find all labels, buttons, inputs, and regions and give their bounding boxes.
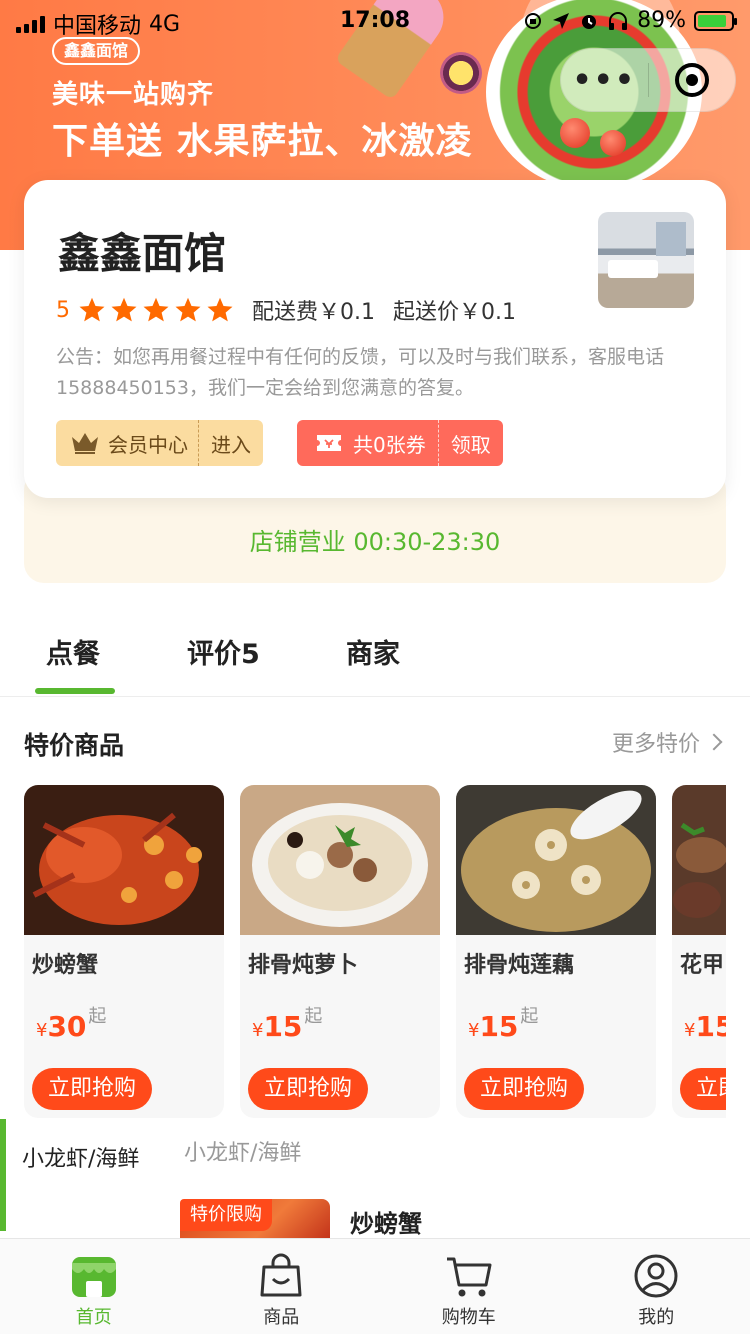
battery-percent: 89% bbox=[637, 8, 686, 33]
more-specials-link[interactable]: 更多特价 bbox=[611, 726, 723, 758]
nav-cart[interactable]: 购物车 bbox=[375, 1239, 563, 1334]
star-icon bbox=[207, 297, 233, 322]
special-limit-badge: 特价限购 bbox=[180, 1199, 272, 1231]
product-name: 花甲 bbox=[680, 953, 725, 978]
crab-dish-image bbox=[24, 785, 224, 935]
nav-products-label: 商品 bbox=[263, 1307, 300, 1328]
rating-row: 5 配送费￥0.1 起送价￥0.1 bbox=[56, 294, 516, 326]
star-icon bbox=[111, 297, 137, 322]
category-title: 小龙虾/海鲜 bbox=[184, 1141, 302, 1166]
star-icon bbox=[79, 297, 105, 322]
product-name[interactable]: 炒螃蟹 bbox=[350, 1204, 422, 1239]
member-center-button[interactable]: 会员中心 进入 bbox=[56, 420, 263, 466]
status-bar: 中国移动 4G 17:08 89% bbox=[0, 0, 750, 40]
member-enter-button[interactable]: 进入 bbox=[198, 420, 263, 466]
buy-now-button[interactable]: 立即抢购 bbox=[680, 1068, 726, 1110]
coupon-count-label: 共0张券 bbox=[353, 432, 426, 457]
business-hours: 店铺营业 00:30-23:30 bbox=[249, 528, 501, 556]
more-menu-icon[interactable]: ••• bbox=[561, 63, 648, 98]
shop-name: 鑫鑫面馆 bbox=[58, 229, 227, 278]
special-product-card[interactable]: 排骨炖萝卜 ¥15 起 立即抢购 bbox=[240, 785, 440, 1118]
tab-reviews[interactable]: 评价5 bbox=[187, 632, 260, 671]
user-icon bbox=[634, 1254, 678, 1298]
category-sidebar-label: 小龙虾/海鲜 bbox=[22, 1147, 140, 1172]
clam-dish-image bbox=[672, 785, 726, 935]
shop-icon bbox=[71, 1257, 116, 1297]
buy-now-button[interactable]: 立即抢购 bbox=[32, 1068, 153, 1110]
target-icon bbox=[674, 63, 709, 97]
special-product-card[interactable]: 炒螃蟹 ¥30 起 立即抢购 bbox=[24, 785, 224, 1118]
tomato-image bbox=[600, 130, 626, 156]
star-icon bbox=[175, 297, 201, 322]
nav-profile[interactable]: 我的 bbox=[563, 1239, 750, 1334]
buy-now-button[interactable]: 立即抢购 bbox=[248, 1068, 369, 1110]
star-icon bbox=[143, 297, 169, 322]
product-price: ¥30 起 bbox=[36, 1006, 107, 1043]
close-miniprogram-button[interactable] bbox=[649, 63, 736, 97]
product-price: ¥15起 bbox=[468, 1006, 539, 1043]
rib-lotus-soup-image bbox=[456, 785, 656, 935]
more-specials-label: 更多特价 bbox=[611, 732, 700, 757]
nav-products[interactable]: 商品 bbox=[188, 1239, 376, 1334]
shop-notice: 公告：如您再用餐过程中有任何的反馈，可以及时与我们联系，客服电话15888450… bbox=[56, 346, 665, 399]
miniprogram-capsule: ••• bbox=[560, 48, 736, 112]
cart-icon bbox=[446, 1257, 492, 1297]
banner-title: 下单送 水果萨拉、冰激凌 bbox=[52, 121, 473, 162]
bag-icon bbox=[260, 1253, 302, 1297]
tomato-image bbox=[560, 118, 590, 148]
headphones-icon bbox=[609, 11, 628, 30]
banner-subtitle: 美味一站购齐 bbox=[52, 80, 215, 110]
coupon-button[interactable]: 共0张券 领取 bbox=[297, 420, 503, 466]
specials-title: 特价商品 bbox=[24, 731, 125, 760]
passion-fruit-image bbox=[440, 52, 482, 94]
battery-icon bbox=[694, 10, 737, 31]
tab-merchant[interactable]: 商家 bbox=[346, 632, 400, 671]
ticket-icon bbox=[317, 435, 341, 451]
rib-radish-soup-image bbox=[240, 785, 440, 935]
tab-active-indicator bbox=[35, 688, 115, 694]
brand-tag: 鑫鑫面馆 bbox=[52, 37, 141, 65]
shop-photo[interactable] bbox=[598, 212, 694, 308]
product-price: ¥15起 bbox=[252, 1006, 323, 1043]
product-name: 排骨炖莲藕 bbox=[464, 953, 575, 978]
minimum-order: 起送价￥0.1 bbox=[393, 300, 516, 325]
claim-coupon-button[interactable]: 领取 bbox=[437, 420, 503, 466]
orientation-lock-icon bbox=[525, 12, 542, 29]
nav-home[interactable]: 首页 bbox=[0, 1239, 188, 1334]
rating-score: 5 bbox=[56, 297, 70, 323]
buy-now-button[interactable]: 立即抢购 bbox=[464, 1068, 585, 1110]
location-icon bbox=[553, 12, 570, 29]
nav-profile-label: 我的 bbox=[638, 1307, 675, 1328]
special-product-card[interactable]: 花甲 ¥15起 立即抢购 bbox=[672, 785, 726, 1118]
nav-cart-label: 购物车 bbox=[441, 1307, 496, 1328]
alarm-icon bbox=[582, 14, 597, 29]
special-product-card[interactable]: 排骨炖莲藕 ¥15 起 立即抢购 bbox=[456, 785, 656, 1118]
nav-home-label: 首页 bbox=[75, 1307, 112, 1328]
delivery-fee: 配送费￥0.1 bbox=[252, 300, 375, 325]
member-center-label: 会员中心 bbox=[108, 432, 188, 457]
product-name: 炒螃蟹 bbox=[32, 953, 99, 978]
bottom-nav: 首页 商品 购物车 我的 bbox=[0, 1238, 750, 1334]
tab-order[interactable]: 点餐 bbox=[46, 632, 100, 671]
tab-bar: 点餐 评价5 商家 bbox=[0, 600, 750, 697]
category-active-bar bbox=[0, 1119, 6, 1231]
crown-icon bbox=[72, 433, 98, 454]
shop-info-card: 鑫鑫面馆 5 配送费￥0.1 起送价￥0.1 公告：如您再用餐过程中有任何的反馈… bbox=[24, 180, 726, 498]
product-name: 排骨炖萝卜 bbox=[248, 953, 359, 978]
product-price: ¥15起 bbox=[684, 1010, 726, 1043]
chevron-right-icon bbox=[705, 733, 723, 751]
category-sidebar-item[interactable]: 小龙虾/海鲜 bbox=[0, 1119, 160, 1231]
specials-carousel[interactable]: 炒螃蟹 ¥30 起 立即抢购 排骨炖萝卜 ¥15 起 立即抢购 排骨炖莲藕 ¥1… bbox=[24, 785, 726, 1120]
